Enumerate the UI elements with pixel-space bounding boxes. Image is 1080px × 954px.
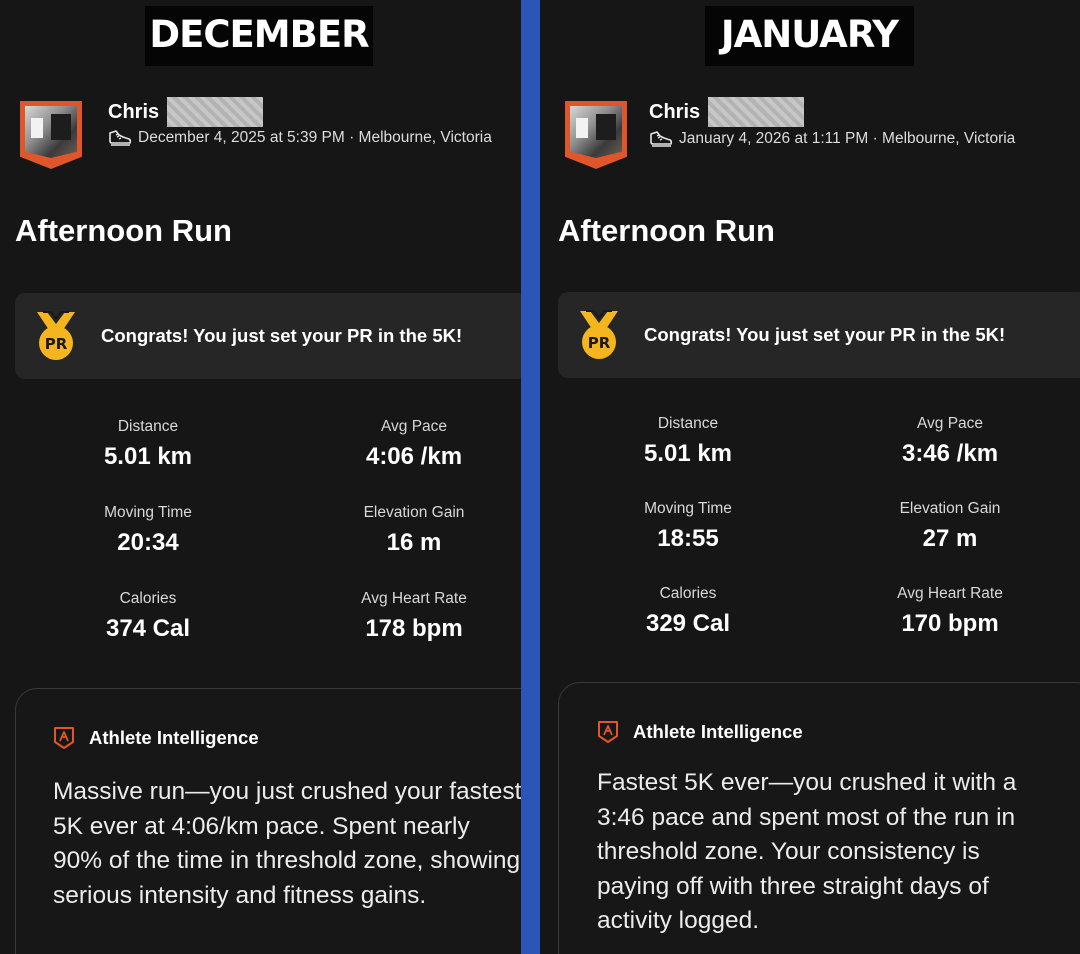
stat-label: Avg Heart Rate [361,590,467,607]
stat-label: Moving Time [104,504,192,521]
stat-value: 374 Cal [105,615,191,642]
athlete-name-row: Chris [649,97,805,127]
pr-badge-text: PR [45,335,68,353]
stat-label: Moving Time [644,500,732,517]
stat-value: 170 bpm [901,610,999,637]
pr-banner[interactable]: PR Congrats! You just set your PR in the… [558,292,1080,378]
ai-card-title: Athlete Intelligence [89,727,259,748]
activity-title: Afternoon Run [15,213,232,248]
stat-label: Calories [119,590,177,607]
stat-value: 3:46 /km [901,440,999,467]
pr-banner[interactable]: PR Congrats! You just set your PR in the… [15,293,521,379]
athlete-intelligence-card[interactable]: Athlete Intelligence Massive run—you jus… [15,688,521,954]
athlete-intelligence-card[interactable]: Athlete Intelligence Fastest 5K ever—you… [558,682,1080,954]
stat-label: Avg Pace [916,415,984,432]
stat-moving-time: Moving Time 20:34 [38,504,258,557]
stat-value: 4:06 /km [365,443,463,470]
stat-value: 329 Cal [645,610,731,637]
ai-card-header: Athlete Intelligence [597,720,803,744]
stats-grid: Distance 5.01 km Avg Pace 4:06 /km Movin… [0,413,521,663]
redacted-surname [167,97,264,127]
pr-medal-icon: PR [37,311,75,360]
month-label: DECEMBER [145,6,373,66]
stat-value: 5.01 km [103,443,193,470]
athlete-name[interactable]: Chris [108,101,159,124]
activity-header: Chris January 4, 2026 at 1:11 PM · Melbo… [565,95,1075,175]
december-panel: DECEMBER Chris December 4, 2025 at 5:39 … [0,0,521,954]
stat-distance: Distance 5.01 km [578,415,798,468]
pr-message: Congrats! You just set your PR in the 5K… [101,325,463,346]
stat-label: Elevation Gain [899,500,1001,517]
activity-meta: January 4, 2026 at 1:11 PM · Melbourne, … [649,130,1015,148]
stat-elevation-gain: Elevation Gain 16 m [304,504,521,557]
pr-medal-icon: PR [580,310,618,359]
activity-header: Chris December 4, 2025 at 5:39 PM · Melb… [20,95,521,175]
redacted-surname [708,97,805,127]
stat-label: Calories [659,585,717,602]
ai-summary-text: Massive run—you just crushed your fastes… [53,778,521,909]
stat-label: Elevation Gain [363,504,465,521]
stat-label: Distance [117,418,179,435]
stat-avg-heart-rate: Avg Heart Rate 170 bpm [840,585,1060,638]
athlete-intelligence-icon [598,721,618,743]
athlete-name-row: Chris [108,97,264,127]
stat-distance: Distance 5.01 km [38,418,258,471]
stat-label: Avg Heart Rate [897,585,1003,602]
ai-summary-text: Fastest 5K ever—you crushed it with a 3:… [597,769,1017,934]
avatar[interactable] [565,101,627,169]
avatar[interactable] [20,101,82,169]
stat-moving-time: Moving Time 18:55 [578,500,798,553]
stat-avg-pace: Avg Pace 3:46 /km [840,415,1060,468]
stat-value: 16 m [386,529,442,556]
pr-badge-text: PR [588,334,611,352]
stat-value: 5.01 km [643,440,733,467]
stats-grid: Distance 5.01 km Avg Pace 3:46 /km Movin… [540,410,1080,660]
stat-value: 178 bpm [365,615,463,642]
ai-card-header: Athlete Intelligence [53,726,259,750]
athlete-intelligence-icon [54,727,74,749]
stat-value: 20:34 [117,529,179,556]
stat-elevation-gain: Elevation Gain 27 m [840,500,1060,553]
avatar-photo [570,106,622,158]
athlete-name[interactable]: Chris [649,101,700,124]
avatar-photo [25,106,77,158]
month-label: JANUARY [705,6,914,66]
stat-avg-pace: Avg Pace 4:06 /km [304,418,521,471]
stat-value: 18:55 [657,525,719,552]
activity-title: Afternoon Run [558,213,775,248]
shoe-icon [109,130,132,146]
panel-divider [521,0,540,954]
activity-datetime-location: January 4, 2026 at 1:11 PM · Melbourne, … [679,130,1016,147]
stat-label: Distance [657,415,719,432]
ai-card-title: Athlete Intelligence [633,721,803,742]
activity-datetime-location: December 4, 2025 at 5:39 PM · Melbourne,… [138,129,492,146]
stat-value: 27 m [922,525,978,552]
shoe-icon [650,131,673,147]
comparison-stage: DECEMBER Chris December 4, 2025 at 5:39 … [0,0,1080,954]
stat-avg-heart-rate: Avg Heart Rate 178 bpm [304,590,521,643]
stat-calories: Calories 374 Cal [38,590,258,643]
january-panel: JANUARY Chris January 4, 2026 at 1:11 PM… [540,0,1080,954]
activity-meta: December 4, 2025 at 5:39 PM · Melbourne,… [108,129,492,147]
stat-label: Avg Pace [380,418,448,435]
stat-calories: Calories 329 Cal [578,585,798,638]
pr-message: Congrats! You just set your PR in the 5K… [644,324,1006,345]
